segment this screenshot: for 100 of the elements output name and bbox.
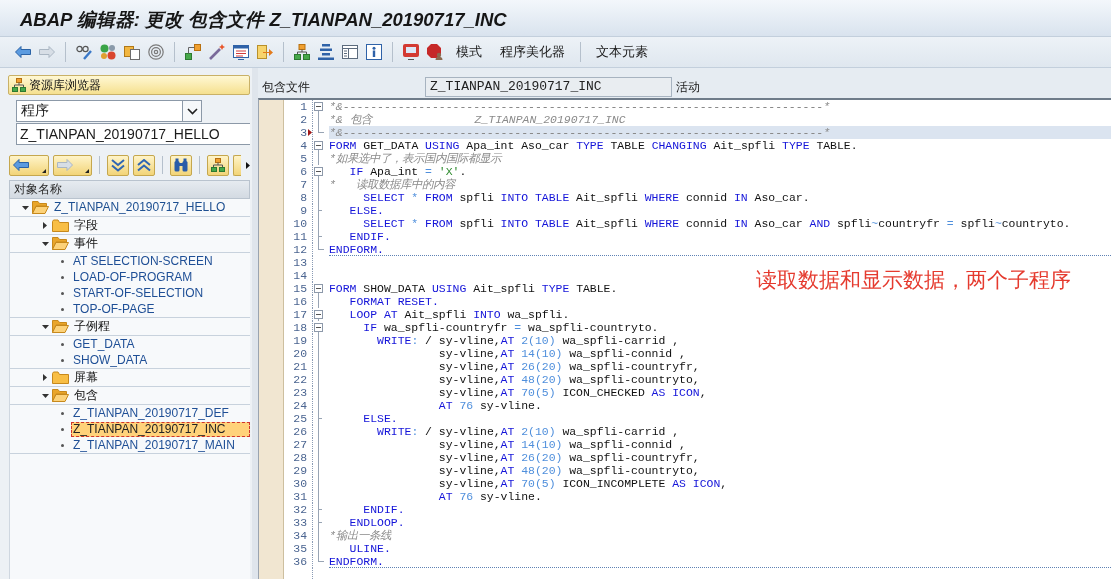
include-name-field[interactable]: Z_TIANPAN_20190717_INC (425, 77, 672, 97)
code-line: sy-vline,AT 14(10) wa_spfli-connid , (437, 347, 686, 360)
stop-sign-icon[interactable] (427, 44, 443, 60)
line-number: 27 (292, 438, 308, 451)
object-name-field[interactable]: Z_TIANPAN_20190717_HELLO (16, 123, 250, 145)
dropdown-button[interactable] (182, 101, 201, 121)
toolbar-button[interactable]: 文本元素 (591, 41, 653, 63)
line-number: 24 (292, 399, 308, 412)
caret-down-icon[interactable] (21, 205, 29, 210)
repository-browser-button[interactable]: 资源库浏览器 (8, 75, 250, 95)
glasses-pencil-icon[interactable] (76, 44, 92, 60)
collapse-icon[interactable] (314, 284, 323, 293)
code-line: ENDLOOP. (348, 516, 405, 529)
code-line: SELECT * FROM spfli INTO TABLE Ait_spfli WHERE connid IN Aso_car. (362, 191, 810, 204)
caret-down-icon[interactable] (41, 393, 49, 398)
line-number: 2 (299, 113, 308, 126)
line-number: 31 (292, 490, 308, 503)
tree-item[interactable]: 屏幕 (72, 370, 100, 385)
expand-all-button[interactable] (107, 154, 130, 176)
dropdown-corner-icon (41, 168, 46, 173)
tree-item[interactable]: SHOW_DATA (71, 352, 150, 368)
collapse-all-button[interactable] (133, 154, 156, 176)
documents-icon[interactable] (124, 44, 140, 60)
triangle-marker-icon (308, 129, 312, 136)
line-number: 25 (292, 412, 308, 425)
caret-right-icon[interactable] (43, 374, 47, 381)
tree-item[interactable]: 子例程 (72, 319, 112, 334)
rings-icon[interactable] (148, 44, 164, 60)
line-number: 8 (299, 191, 308, 204)
collapse-icon[interactable] (314, 310, 323, 319)
stacked-lines-icon[interactable] (318, 44, 334, 60)
wand-icon[interactable] (209, 44, 225, 60)
collapse-icon[interactable] (314, 102, 323, 111)
line-number: 17 (292, 308, 308, 321)
tree-item[interactable]: GET_DATA (71, 336, 137, 352)
hierarchy-icon (12, 78, 26, 92)
hierarchy-icon[interactable] (294, 44, 310, 60)
colored-circles-icon[interactable] (100, 44, 116, 60)
bullet-icon (61, 307, 64, 311)
tree-item[interactable]: 字段 (72, 218, 100, 233)
info-icon[interactable] (366, 44, 382, 60)
connected-squares-icon[interactable] (185, 44, 201, 60)
toolbar-button[interactable]: 程序美化器 (495, 41, 570, 63)
tree-item[interactable]: TOP-OF-PAGE (71, 301, 157, 317)
line-number: 9 (299, 204, 308, 217)
tree-item[interactable]: 包含 (72, 388, 100, 403)
line-number: 28 (292, 451, 308, 464)
binoculars-icon (174, 158, 189, 172)
line-number: 32 (292, 503, 308, 516)
screen-icon[interactable] (403, 44, 419, 60)
tree-item[interactable]: Z_TIANPAN_20190717_DEF (71, 405, 231, 421)
tree-item[interactable]: AT SELECTION-SCREEN (71, 253, 215, 269)
hierarchy-button[interactable] (207, 154, 230, 176)
back-button[interactable] (9, 154, 49, 176)
code-line: sy-vline,AT 26(20) wa_spfli-countryfr, (437, 360, 700, 373)
bullet-icon (61, 291, 64, 295)
tree-item[interactable]: Z_TIANPAN_20190717_MAIN (71, 437, 237, 453)
chevron-down-icon (186, 107, 198, 115)
line-number: 5 (299, 152, 308, 165)
tree-item[interactable]: Z_TIANPAN_20190717_HELLO (52, 200, 228, 215)
bullet-icon (61, 427, 64, 431)
line-number: 1 (299, 100, 308, 113)
caret-right-icon[interactable] (43, 222, 47, 229)
collapse-icon[interactable] (314, 167, 323, 176)
toolbar-button[interactable]: 模式 (451, 41, 487, 63)
window-icon[interactable] (342, 44, 358, 60)
collapse-icon[interactable] (314, 323, 323, 332)
document-arrow-icon[interactable] (257, 44, 273, 60)
code-line: FORM SHOW_DATA USING Ait_spfli TYPE TABLE. (329, 282, 618, 295)
back-arrow-icon[interactable] (15, 46, 31, 58)
line-number: 36 (292, 555, 308, 568)
list-window-icon[interactable] (233, 44, 249, 60)
line-number: 16 (292, 295, 308, 308)
tree-item[interactable]: 事件 (72, 236, 100, 251)
find-button[interactable] (170, 154, 193, 176)
code-line: sy-vline,AT 70(5) ICON_INCOMPLETE AS ICON, (437, 477, 728, 490)
code-line: ULINE. (348, 542, 391, 555)
more-arrow-icon[interactable] (246, 161, 250, 169)
double-chevron-up-icon (137, 158, 152, 172)
code-line: WRITE: / sy-vline,AT 2(10) wa_spfli-carrid , (376, 425, 680, 438)
line-number: 29 (292, 464, 308, 477)
line-number: 11 (292, 230, 308, 243)
code-line: ELSE. (348, 204, 384, 217)
line-number: 14 (292, 269, 308, 282)
annotation-text: 读取数据和显示数据，两个子程序 (756, 267, 1071, 293)
caret-down-icon[interactable] (41, 241, 49, 246)
code-line: ENDFORM. (329, 555, 1111, 568)
collapse-icon[interactable] (314, 141, 323, 150)
code-line: ENDIF. (362, 503, 405, 516)
tree-item[interactable]: Z_TIANPAN_20190717_INC (71, 421, 250, 437)
caret-down-icon[interactable] (41, 324, 49, 329)
line-number: 26 (292, 425, 308, 438)
object-type-dropdown[interactable]: 程序 (16, 100, 202, 122)
tree-item[interactable]: START-OF-SELECTION (71, 285, 206, 301)
code-line: IF Apa_int = 'X'. (348, 165, 467, 178)
line-number: 35 (292, 542, 308, 555)
bullet-icon (61, 259, 64, 263)
tree-item[interactable]: LOAD-OF-PROGRAM (71, 269, 195, 285)
line-number: 12 (292, 243, 308, 256)
folder-open-icon (52, 389, 69, 402)
